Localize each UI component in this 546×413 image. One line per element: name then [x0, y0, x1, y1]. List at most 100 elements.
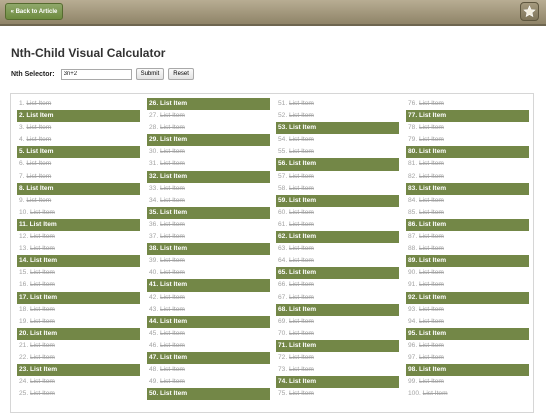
list-item: 56. List Item [276, 158, 399, 171]
list-item: 62. List Item [276, 231, 399, 244]
list-item: 44. List Item [147, 315, 270, 328]
list-item: 85. List Item [406, 207, 529, 219]
list-item-number: 15. [19, 269, 30, 277]
list-item-number: 75. [278, 390, 289, 398]
nth-selector-label: Nth Selector: [11, 70, 55, 78]
list-item: 26. List Item [147, 98, 270, 111]
list-item: 71. List Item [276, 339, 399, 352]
list-item-number: 83. [408, 184, 419, 192]
list-item-text: List Item [30, 208, 55, 216]
list-item-text: List Item [289, 390, 314, 398]
list-item-text: List Item [289, 245, 314, 253]
list-item-text: List Item [289, 196, 317, 204]
list-item: 19. List Item [17, 316, 140, 328]
list-item-text: List Item [419, 366, 447, 374]
list-item: 5. List Item [17, 146, 140, 159]
list-item: 25. List Item [17, 388, 140, 400]
list-item-text: List Item [289, 208, 314, 216]
list-item-number: 51. [278, 100, 289, 107]
list-item: 21. List Item [17, 340, 140, 352]
list-item-text: List Item [160, 233, 185, 241]
list-item-number: 60. [278, 208, 289, 216]
reset-button[interactable]: Reset [168, 68, 194, 80]
list-item: 89. List Item [406, 255, 529, 268]
list-item-number: 37. [149, 233, 160, 241]
list-item-text: List Item [419, 293, 447, 301]
list-item: 38. List Item [147, 243, 270, 256]
list-item: 83. List Item [406, 182, 529, 195]
list-item-number: 17. [19, 293, 30, 301]
list-item-text: List Item [419, 124, 444, 132]
list-item-number: 69. [278, 317, 289, 325]
list-item-number: 49. [149, 378, 160, 386]
list-item: 59. List Item [276, 194, 399, 207]
list-item-text: List Item [160, 317, 188, 325]
list-item-text: List Item [30, 269, 55, 277]
list-item-text: List Item [419, 100, 444, 107]
list-item-number: 63. [278, 245, 289, 253]
list-item-number: 45. [149, 329, 160, 337]
list-item-number: 79. [408, 136, 419, 144]
list-item-text: List Item [419, 196, 444, 204]
list-item-text: List Item [160, 329, 185, 337]
list-item-text: List Item [160, 184, 185, 192]
list-item-number: 89. [408, 257, 419, 265]
list-item-text: List Item [289, 341, 317, 349]
list-item-text: List Item [289, 257, 314, 265]
list-item: 88. List Item [406, 243, 529, 255]
list-item: 29. List Item [147, 134, 270, 147]
list-item: 69. List Item [276, 316, 399, 328]
list-item-number: 31. [149, 160, 160, 168]
list-item-text: List Item [30, 390, 55, 398]
list-item-number: 44. [149, 317, 160, 325]
list-item-number: 32. [149, 172, 160, 180]
list-item: 78. List Item [406, 122, 529, 134]
list-item-number: 71. [278, 341, 289, 349]
list-item-text: List Item [160, 196, 185, 204]
list-item: 30. List Item [147, 146, 270, 158]
favorite-button[interactable] [520, 2, 539, 21]
list-item-text: List Item [29, 220, 57, 228]
list-item-text: List Item [160, 220, 185, 228]
list-item: 42. List Item [147, 292, 270, 304]
list-item-number: 88. [408, 245, 419, 253]
nth-selector-input[interactable] [60, 68, 132, 80]
list-item-text: List Item [289, 136, 314, 144]
list-item-number: 68. [278, 305, 289, 313]
list-item-number: 24. [19, 378, 30, 386]
list-item: 43. List Item [147, 304, 270, 316]
list-item-text: List Item [30, 305, 55, 313]
list-item-number: 16. [19, 281, 30, 289]
list-item-text: List Item [30, 245, 55, 253]
list-item: 92. List Item [406, 291, 529, 304]
list-item: 2. List Item [17, 110, 140, 123]
list-item-number: 10. [19, 208, 30, 216]
list-item: 8. List Item [17, 182, 140, 195]
list-item: 100. List Item [406, 388, 529, 400]
list-item-number: 21. [19, 341, 30, 349]
list-item-text: List Item [419, 208, 444, 216]
list-item-text: List Item [160, 341, 185, 349]
list-item-text: List Item [419, 378, 444, 386]
list-item-number: 94. [408, 317, 419, 325]
list-item-text: List Item [160, 366, 185, 374]
list-item: 51. List Item [276, 98, 399, 110]
list-item-number: 85. [408, 208, 419, 216]
list-item-text: List Item [419, 160, 444, 168]
list-item: 45. List Item [147, 328, 270, 340]
list-item-number: 65. [278, 269, 289, 277]
list-item-number: 18. [19, 305, 30, 313]
list-item-text: List Item [30, 233, 55, 241]
list-item-number: 19. [19, 317, 30, 325]
list-item-text: List Item [160, 390, 188, 398]
list-item: 1. List Item [17, 98, 140, 110]
list-item-number: 87. [408, 233, 419, 241]
submit-button[interactable]: Submit [135, 68, 165, 80]
list-item: 97. List Item [406, 352, 529, 364]
list-item-text: List Item [30, 293, 58, 301]
list-item-number: 38. [149, 245, 160, 253]
list-item-number: 26. [149, 100, 160, 107]
list-item: 41. List Item [147, 279, 270, 292]
page-title: Nth-Child Visual Calculator [11, 46, 166, 60]
back-to-article-button[interactable]: « Back to Article [5, 3, 63, 20]
